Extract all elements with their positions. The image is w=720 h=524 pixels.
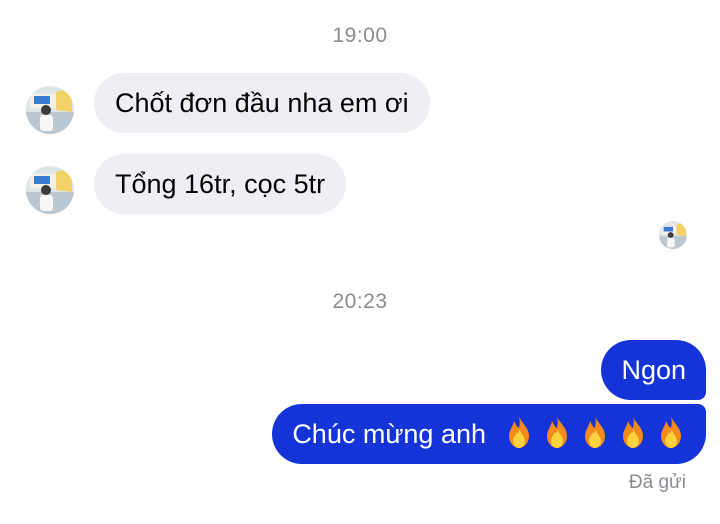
sender-avatar[interactable] [26, 166, 74, 214]
fire-icon [504, 415, 534, 449]
incoming-message[interactable]: Chốt đơn đầu nha em ơi [94, 73, 430, 133]
fire-icon [656, 415, 686, 449]
message-status: Đã gửi [628, 472, 686, 493]
timestamp: 19:00 [332, 24, 388, 47]
incoming-message[interactable]: Tổng 16tr, cọc 5tr [94, 154, 347, 214]
emoji-group [496, 416, 686, 449]
outgoing-message[interactable]: Ngon [601, 340, 706, 400]
fire-icon [542, 415, 572, 449]
fire-icon [618, 415, 648, 449]
read-receipt-avatar [659, 221, 687, 249]
fire-icon [580, 415, 610, 449]
outgoing-message[interactable]: Chúc mừng anh [272, 404, 706, 464]
outgoing-message-text: Chúc mừng anh [292, 419, 486, 449]
sender-avatar[interactable] [26, 86, 74, 134]
timestamp: 20:23 [332, 290, 388, 313]
